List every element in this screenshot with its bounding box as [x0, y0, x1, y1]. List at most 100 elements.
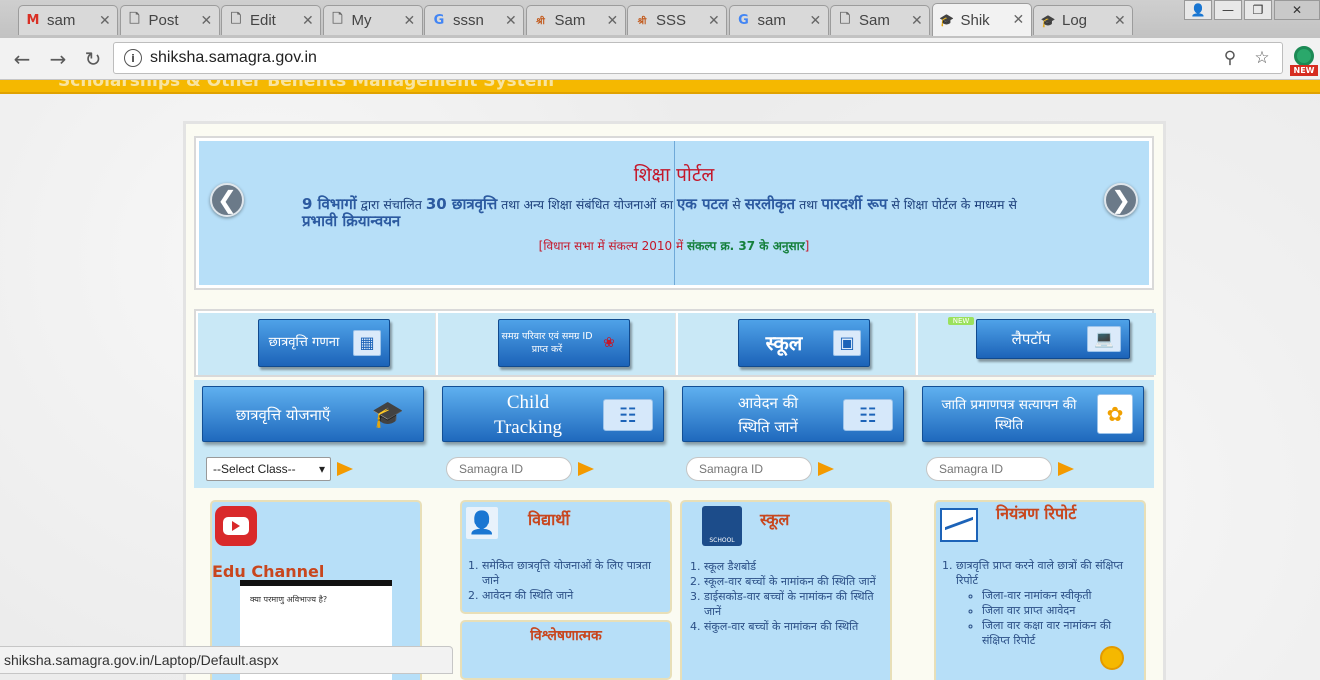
certificate-icon: ✿	[1097, 394, 1133, 434]
tab-close-icon[interactable]: ✕	[505, 13, 517, 29]
school-button[interactable]: स्कूल ▣	[738, 319, 870, 367]
school-link-dise-wise[interactable]: डाईसकोड-वार बच्चों के नामांकन की स्थिति …	[704, 589, 882, 619]
school-link-dashboard[interactable]: स्कूल डैशबोर्ड	[704, 559, 882, 574]
dropdown-arrow-icon: ▾	[318, 462, 325, 476]
scholarship-calculation-button[interactable]: छात्रवृत्ति गणना ▦	[258, 319, 390, 367]
user-icon[interactable]: 👤	[1184, 0, 1212, 20]
scholarship-schemes-button[interactable]: छात्रवृत्ति योजनाएँ 🎓	[202, 386, 424, 442]
class-select[interactable]: --Select Class-- ▾	[206, 457, 331, 481]
extension-new-badge: NEW	[1290, 65, 1318, 76]
grammarly-extension-icon[interactable]: NEW	[1290, 46, 1318, 76]
school-icon: ▣	[833, 330, 861, 356]
id-card-icon: ☷	[603, 399, 653, 431]
student-link-status[interactable]: आवेदन की स्थिति जाने	[482, 588, 660, 603]
banner-frame: शिक्षा पोर्टल 9 विभागों द्वारा संचालित 3…	[194, 136, 1154, 290]
graduation-cap-icon: 🎓	[939, 13, 954, 27]
report-link-summary[interactable]: छात्रवृत्ति प्राप्त करने वाले छात्रों की…	[956, 558, 1140, 648]
content-container: शिक्षा पोर्टल 9 विभागों द्वारा संचालित 3…	[183, 121, 1166, 680]
edu-channel-title: Edu Channel	[212, 562, 325, 581]
caste-go-arrow-icon[interactable]	[1058, 462, 1074, 476]
browser-tab[interactable]: 🎓 Log ✕	[1033, 5, 1133, 35]
report-link-district-approval[interactable]: जिला-वार नामांकन स्वीकृती	[982, 588, 1140, 603]
forward-icon[interactable]: →	[46, 47, 70, 71]
status-bar-url: shiksha.samagra.gov.in/Laptop/Default.as…	[0, 646, 453, 674]
application-go-arrow-icon[interactable]	[818, 462, 834, 476]
header-title-ghost: Scholarships & Other Benefits Management…	[58, 80, 555, 91]
more-arrow-icon[interactable]	[1100, 646, 1124, 670]
address-bar[interactable]: i shiksha.samagra.gov.in ⚲ ☆	[113, 42, 1283, 74]
school-panel-title: स्कूल	[760, 510, 790, 529]
header-band: Scholarships & Other Benefits Management…	[0, 80, 1320, 94]
tab-close-icon[interactable]: ✕	[810, 13, 822, 29]
laptop-icon: 💻	[1087, 326, 1121, 352]
page-viewport: Scholarships & Other Benefits Management…	[0, 80, 1320, 680]
restore-button[interactable]: ❐	[1244, 0, 1272, 20]
tab-close-icon[interactable]: ✕	[607, 13, 619, 29]
tab-close-icon[interactable]: ✕	[99, 13, 111, 29]
report-links: छात्रवृत्ति प्राप्त करने वाले छात्रों की…	[944, 558, 1140, 648]
new-tag: NEW	[948, 317, 974, 325]
document-icon: 🗋	[839, 11, 851, 27]
zoom-icon[interactable]: ⚲	[1218, 48, 1242, 68]
child-tracking-button[interactable]: Child Tracking ☷	[442, 386, 664, 442]
id-card-icon: ☷	[843, 399, 893, 431]
class-go-arrow-icon[interactable]	[337, 462, 353, 476]
browser-tab-title: SSS	[656, 12, 687, 29]
report-link-district-class-summary[interactable]: जिला वार कक्षा वार नामांकन की संक्षिप्त …	[982, 618, 1140, 648]
browser-tab[interactable]: श्री Sam ✕	[525, 5, 626, 35]
application-status-button[interactable]: आवेदन की स्थिति जानें ☷	[682, 386, 904, 442]
application-samagra-input[interactable]	[686, 457, 812, 481]
browser-tab-title: Edit	[250, 12, 276, 29]
browser-tab[interactable]: 🗋 Sam ✕	[830, 5, 930, 35]
graduation-cap-icon: 🎓	[371, 400, 405, 430]
minimize-button[interactable]: —	[1214, 0, 1242, 20]
slider-next-button[interactable]: ❯	[1104, 183, 1138, 217]
browser-tab-title: sam	[757, 12, 786, 29]
browser-tab[interactable]: श्री SSS ✕	[627, 5, 727, 35]
bookmark-star-icon[interactable]: ☆	[1250, 48, 1274, 68]
site-info-icon[interactable]: i	[124, 49, 142, 67]
laptop-button[interactable]: लैपटॉप 💻	[976, 319, 1130, 359]
student-avatar-icon: 👤	[466, 507, 498, 539]
child-tracking-samagra-input[interactable]	[446, 457, 572, 481]
youtube-icon[interactable]	[215, 506, 257, 546]
browser-tab[interactable]: 🗋 My ✕	[322, 5, 423, 35]
school-link-school-wise[interactable]: स्कूल-वार बच्चों के नामांकन की स्थिति जा…	[704, 574, 882, 589]
banner-description: 9 विभागों द्वारा संचालित 30 छात्रवृत्ति …	[302, 195, 1017, 230]
browser-tab-title: Shik	[960, 11, 990, 29]
google-icon: G	[738, 13, 749, 28]
samagra-logo-icon: श्री	[536, 17, 545, 27]
caste-samagra-input[interactable]	[926, 457, 1052, 481]
quick-links-row: छात्रवृत्ति गणना ▦ समग्र परिवार एवं समग्…	[194, 309, 1156, 377]
student-link-eligibility[interactable]: समेकित छात्रवृत्ति योजनाओं के लिए पात्रत…	[482, 558, 660, 588]
tab-close-icon[interactable]: ✕	[708, 13, 720, 29]
tab-close-icon[interactable]: ✕	[1013, 12, 1025, 28]
samagra-id-button[interactable]: समग्र परिवार एवं समग्र ID प्राप्त करें ❀	[498, 319, 630, 367]
school-building-icon: SCHOOL	[702, 506, 742, 546]
report-chart-icon	[940, 508, 978, 542]
browser-tab[interactable]: 🗋 Post ✕	[119, 5, 220, 35]
back-icon[interactable]: ←	[10, 47, 34, 71]
school-link-cluster-wise[interactable]: संकुल-वार बच्चों के नामांकन की स्थिति	[704, 619, 882, 634]
browser-tab[interactable]: 🎓 Shik ✕	[931, 3, 1032, 36]
browser-tab-strip: Msam ✕ 🗋 Post ✕ 🗋 Edit ✕ 🗋 My ✕ Gsssn ✕ श्री Sam ✕ श्री S…	[0, 0, 1320, 38]
browser-tab[interactable]: Gsam ✕	[728, 5, 829, 35]
samagra-logo-icon: श्री	[637, 17, 647, 27]
browser-tab[interactable]: Gsssn ✕	[424, 5, 524, 35]
browser-tab[interactable]: Msam ✕	[18, 5, 118, 35]
reload-icon[interactable]: ↻	[81, 47, 105, 71]
slider-prev-button[interactable]: ❮	[210, 183, 244, 217]
tab-close-icon[interactable]: ✕	[302, 13, 314, 29]
tab-close-icon[interactable]: ✕	[404, 13, 416, 29]
address-url[interactable]: shiksha.samagra.gov.in	[150, 49, 1218, 67]
report-link-district-applications[interactable]: जिला वार प्राप्त आवेदन	[982, 603, 1140, 618]
tab-close-icon[interactable]: ✕	[1114, 13, 1126, 29]
browser-tab-title: sam	[47, 12, 76, 29]
tab-close-icon[interactable]: ✕	[201, 13, 213, 29]
caste-certificate-status-button[interactable]: जाति प्रमाणपत्र सत्यापन की स्थिति ✿	[922, 386, 1144, 442]
tab-close-icon[interactable]: ✕	[911, 13, 923, 29]
browser-tab[interactable]: 🗋 Edit ✕	[221, 5, 321, 35]
close-window-button[interactable]: ✕	[1274, 0, 1320, 20]
child-tracking-go-arrow-icon[interactable]	[578, 462, 594, 476]
control-report-title: नियंत्रण रिपोर्ट	[996, 504, 1077, 523]
